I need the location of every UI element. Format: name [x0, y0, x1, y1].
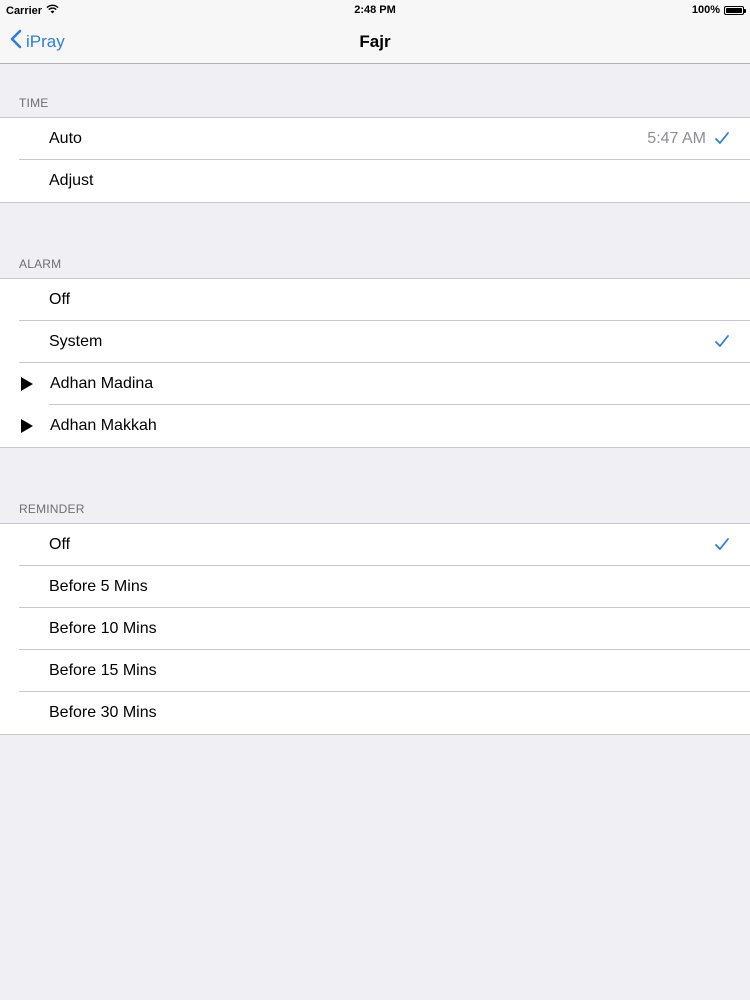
status-bar-right: 100% [691, 4, 746, 16]
row-label: Off [49, 536, 71, 553]
reminder-row-30-mins[interactable]: Before 30 Mins [0, 691, 750, 734]
row-label: Before 10 Mins [49, 620, 157, 637]
checkmark-icon [715, 132, 729, 144]
auto-time-value: 5:47 AM [647, 130, 706, 147]
alarm-row-system[interactable]: System [0, 320, 750, 363]
section-header-reminder: REMINDER [19, 502, 85, 516]
row-label: Auto [49, 130, 82, 147]
status-time: 2:48 PM [354, 4, 396, 16]
row-label: Off [49, 291, 71, 308]
row-label: Before 30 Mins [49, 704, 157, 721]
battery-cap [744, 8, 746, 13]
reminder-row-10-mins[interactable]: Before 10 Mins [0, 607, 750, 650]
row-label: Adjust [49, 172, 94, 189]
time-row-auto[interactable]: Auto 5:47 AM [0, 118, 750, 160]
reminder-row-5-mins[interactable]: Before 5 Mins [0, 565, 750, 608]
reminder-row-off[interactable]: Off [0, 524, 750, 566]
time-row-adjust[interactable]: Adjust [0, 159, 750, 202]
section-header-alarm: ALARM [19, 257, 62, 271]
section-header-time: TIME [19, 96, 49, 110]
page-title: Fajr [359, 32, 391, 51]
row-label: Before 5 Mins [49, 578, 148, 595]
battery-icon [724, 5, 746, 15]
row-label: System [49, 333, 103, 350]
alarm-group: Off System Adhan Madina Adhan Makkah [0, 278, 750, 448]
row-label: Adhan Makkah [50, 417, 157, 434]
battery-fill [726, 7, 742, 13]
status-bar: Carrier 2:48 PM 100% [0, 0, 750, 20]
reminder-group: Off Before 5 Mins Before 10 Mins Before … [0, 523, 750, 735]
row-label: Adhan Madina [50, 375, 154, 392]
alarm-row-adhan-madina[interactable]: Adhan Madina [0, 362, 750, 405]
battery-percent: 100% [691, 4, 720, 16]
reminder-row-15-mins[interactable]: Before 15 Mins [0, 649, 750, 692]
navigation-bar: iPray Fajr [0, 20, 750, 64]
checkmark-icon [715, 538, 729, 550]
play-icon[interactable] [20, 419, 34, 433]
time-group: Auto 5:47 AM Adjust [0, 117, 750, 203]
alarm-row-adhan-makkah[interactable]: Adhan Makkah [0, 404, 750, 447]
play-icon[interactable] [20, 377, 34, 391]
checkmark-icon [715, 335, 729, 347]
row-label: Before 15 Mins [49, 662, 157, 679]
alarm-row-off[interactable]: Off [0, 279, 750, 321]
settings-content: TIME Auto 5:47 AM Adjust ALARM Off Syste… [0, 64, 750, 735]
